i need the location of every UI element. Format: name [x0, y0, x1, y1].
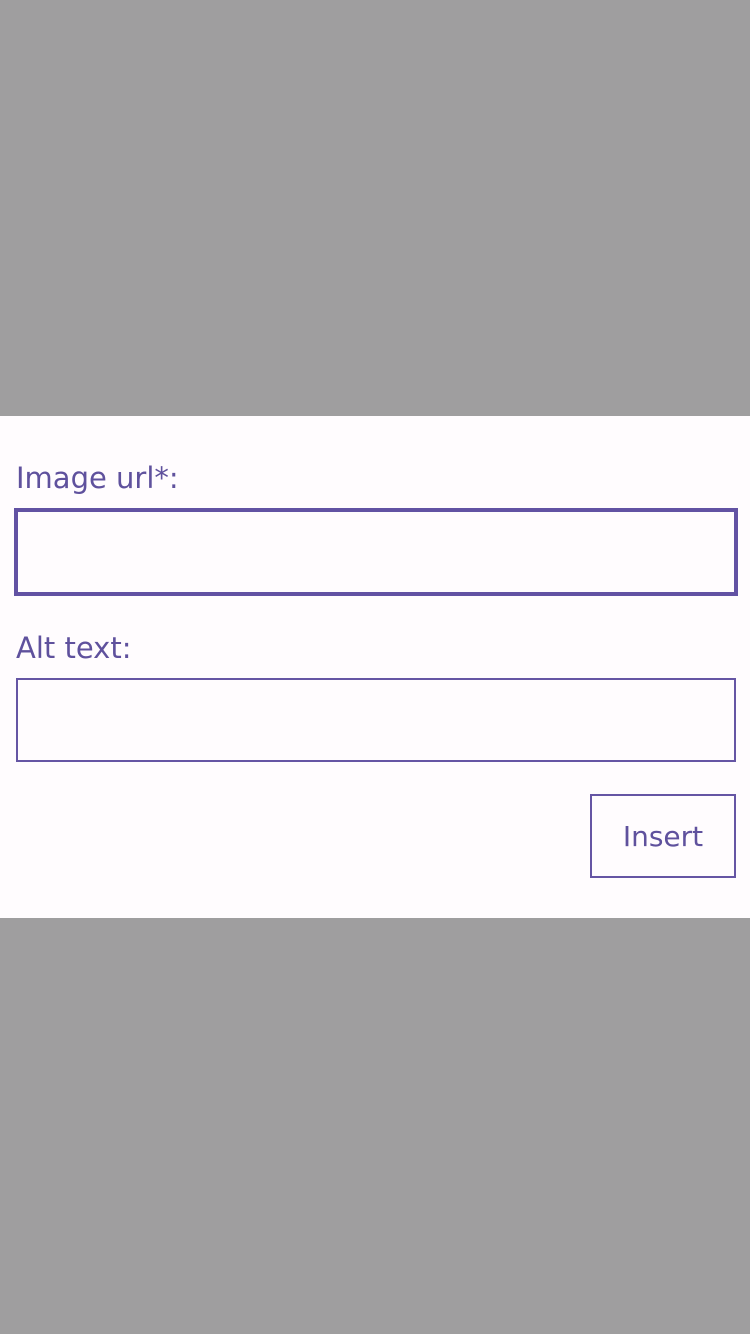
insert-image-dialog: Image url*: Alt text: Insert [0, 416, 750, 918]
image-url-label: Image url*: [16, 461, 179, 495]
image-url-input[interactable] [14, 508, 738, 596]
alt-text-label: Alt text: [16, 631, 132, 665]
alt-text-input[interactable] [16, 678, 736, 762]
insert-button[interactable]: Insert [590, 794, 736, 878]
